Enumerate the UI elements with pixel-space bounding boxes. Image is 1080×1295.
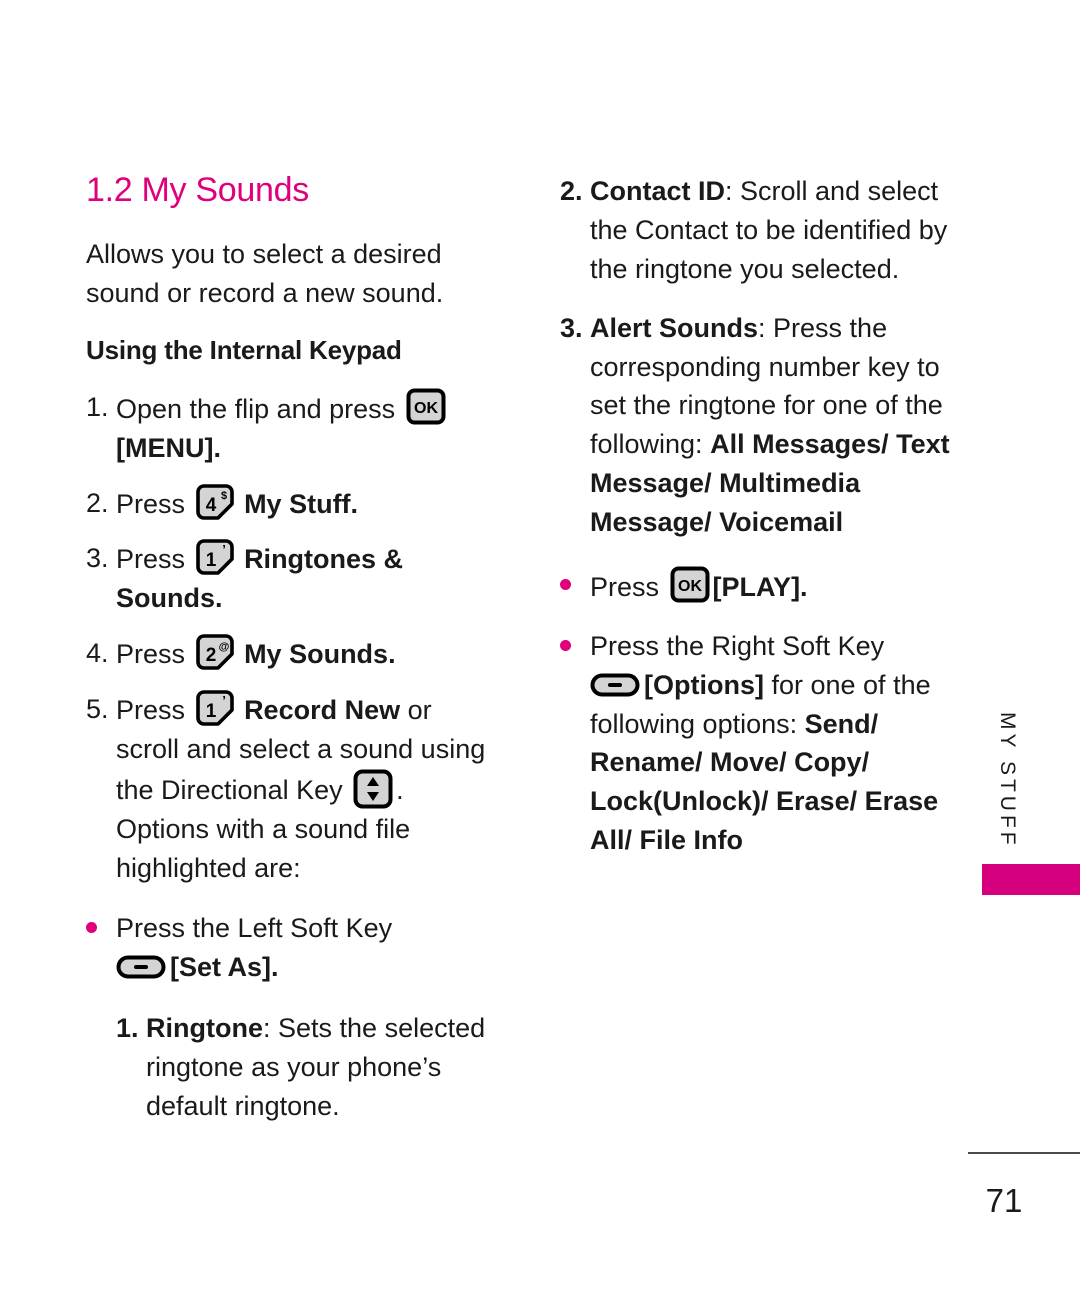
step-number: 3. [86,543,109,574]
bullet-dot [86,909,116,934]
number-key-superscript: @ [218,641,229,653]
svg-text:OK: OK [678,578,702,595]
number-key-2-icon: 2 @ [195,634,234,671]
bullet-body: Press the Right Soft Key [Options] for o… [590,627,955,860]
step-label: Alert Sounds [590,312,759,343]
section-subheading: Using the Internal Keypad [86,335,402,366]
footer-divider [968,1152,1080,1154]
bullet-body: Press the Left Soft Key [Set As]. [116,909,496,987]
number-key-digit: 1 [205,701,216,722]
step-bold-tail: Record New [244,695,401,726]
step-text: Open the flip and press [116,393,396,424]
step-colon: : [725,176,733,206]
number-key-superscript: $ [220,490,226,502]
step-body: Press 2 @ My Sounds. [116,634,496,674]
side-tab-marker [982,864,1080,895]
soft-key-icon [590,672,640,698]
substep-item: 1. Ringtone: Sets the selected ringtone … [116,1009,496,1126]
step-text: Press [116,544,186,575]
step-bold-tail: [MENU]. [116,432,221,463]
bullet-dot [560,627,590,651]
soft-key-dash [134,965,148,970]
step-number: 2. [560,176,583,206]
step-item: 4. Press 2 @ My Sounds. [86,634,496,674]
number-key-digit: 4 [205,495,216,516]
number-key-1-icon: 1 ’ [195,690,234,726]
bullet-bracket-label: [PLAY]. [712,571,808,602]
bullet-dot [560,566,590,590]
step-number: 5. [86,694,109,725]
step-body: Press 1 ’ Record New or scroll and selec… [116,690,496,887]
bullet-text: Press the Left Soft Key [116,913,393,944]
step-text: Press [116,639,186,670]
substep-label: Ringtone [146,1013,263,1044]
bullet-item: Press the Right Soft Key [Options] for o… [560,627,955,860]
step-item: 5. Press 1 ’ Record New or scroll and se… [86,690,496,887]
step-body: Press 1 ’ Ringtones & Sounds. [116,539,496,618]
directional-key-icon [353,769,393,809]
step-number: 3. [560,312,583,343]
step-body: Press 4 $ My Stuff. [116,483,496,524]
number-key-superscript: ’ [222,542,226,557]
bullet-text: Press the Right Soft Key [590,630,885,661]
step-bold-tail: My Sounds. [244,639,396,670]
step-text: Press [116,695,186,726]
right-column: 2. Contact ID: Scroll and select the Con… [560,172,955,876]
step-item: 3. Alert Sounds: Press the corresponding… [560,309,955,542]
step-item: 2. Contact ID: Scroll and select the Con… [560,172,955,289]
step-item: 3. Press 1 ’ Ringtones & Sounds. [86,539,496,618]
step-body: Open the flip and press OK [MENU]. [116,388,496,468]
bullet-body: Press OK [PLAY]. [590,566,955,607]
bullet-text: Press [590,571,660,602]
page-number: 71 [985,1182,1023,1219]
step-number: 4. [86,638,109,669]
step-colon: : [758,312,766,343]
soft-key-dash [608,682,622,687]
step-number: 2. [86,487,109,518]
side-tab-label: MY STUFF [996,712,1019,849]
step-number: 1. [86,391,109,422]
bullet-bracket-label: [Set As]. [170,952,279,983]
left-column: 1.2 My Sounds Allows you to select a des… [86,171,496,1142]
step-label: Contact ID [590,176,725,206]
step-item: 1. Open the flip and press OK [MENU]. [86,388,496,468]
soft-key-icon [116,954,166,980]
substep-colon: : [262,1013,271,1044]
number-key-superscript: ’ [222,693,226,708]
number-key-4-icon: 4 $ [195,483,234,520]
step-text: Press [116,488,186,519]
svg-text:OK: OK [414,400,438,417]
number-key-1-icon: 1 ’ [195,539,234,576]
step-body: Alert Sounds: Press the corresponding nu… [590,309,955,542]
manual-page: 1.2 My Sounds Allows you to select a des… [0,0,1080,1295]
bullet-item: Press OK [PLAY]. [560,566,955,607]
bullet-item: Press the Left Soft Key [Set As]. [86,909,496,987]
step-bold-tail: My Stuff. [244,488,359,519]
ok-key-icon: OK [406,388,446,425]
step-body: Contact ID: Scroll and select the Contac… [590,172,955,289]
page-title: 1.2 My Sounds [86,171,309,209]
ok-key-icon: OK [670,566,710,603]
intro-paragraph: Allows you to select a desired sound or … [86,239,444,308]
number-key-digit: 2 [205,645,216,666]
substep-number: 1. [116,1013,139,1044]
step-item: 2. Press 4 $ My Stuff. [86,483,496,524]
bullet-bracket-label: [Options] [644,669,764,700]
number-key-digit: 1 [205,550,216,571]
substep-body: Ringtone: Sets the selected ringtone as … [146,1009,496,1126]
